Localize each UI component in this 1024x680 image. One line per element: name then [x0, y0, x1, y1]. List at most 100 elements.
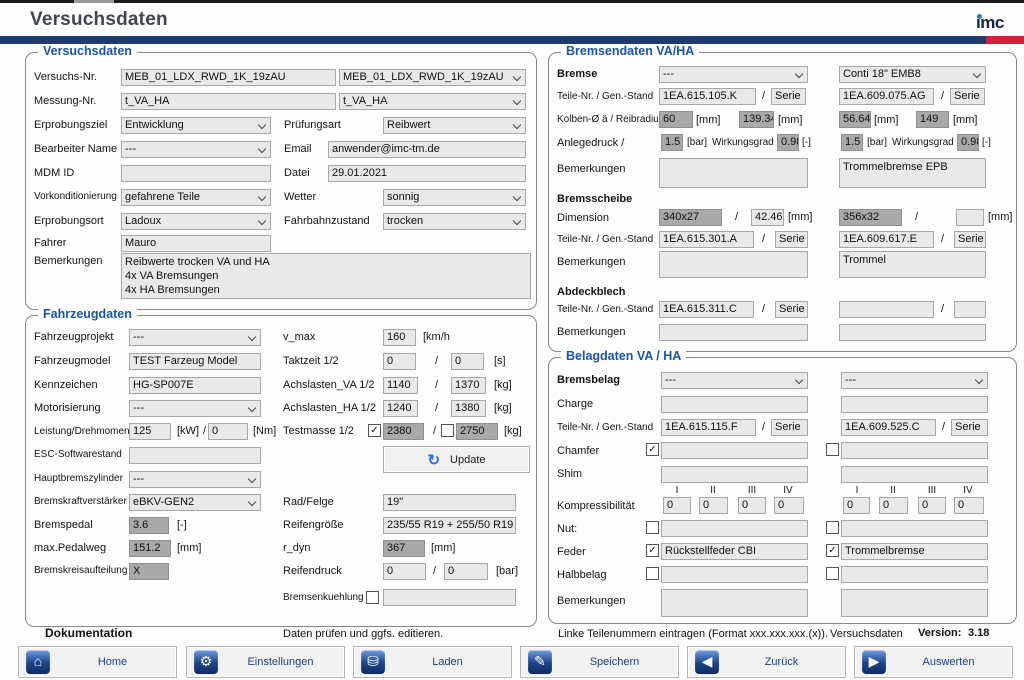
achslasten-ha2-field[interactable]: 1380 — [451, 400, 486, 417]
testmasse1-checkbox[interactable]: ✓ — [368, 424, 381, 437]
einstellungen-button[interactable]: ⚙Einstellungen — [186, 646, 345, 678]
bremskreisaufteilung-field[interactable]: X — [129, 563, 169, 580]
fahrzeugprojekt-select[interactable]: --- — [129, 329, 261, 346]
bremse-ha-select[interactable]: Conti 18" EMB8 — [839, 66, 986, 83]
wetter-select[interactable]: sonnig — [383, 189, 526, 206]
scheibe-teile-nr-ha-field[interactable]: 1EA.609.617.E — [839, 231, 934, 248]
home-button[interactable]: ⌂Home — [18, 646, 177, 678]
nut-va-field[interactable] — [661, 520, 808, 537]
bearbeiter-name-select[interactable]: --- — [121, 141, 271, 158]
kompress-ha1-field[interactable]: 0 — [843, 497, 870, 514]
teile-nr-ha-field[interactable]: 1EA.609.075.AG — [839, 88, 934, 105]
email-field[interactable]: anwender@imc-tm.de — [328, 141, 526, 158]
fahrzeugmodel-field[interactable]: TEST Farzeug Model — [129, 353, 261, 370]
kompress-va3-field[interactable]: 0 — [738, 497, 766, 514]
bremspedal-field[interactable]: 3.6 — [129, 517, 169, 534]
wirkungsgrad-ha-field[interactable]: 0.98 — [957, 134, 979, 151]
shim-va-field[interactable] — [661, 466, 808, 483]
kompress-ha4-field[interactable]: 0 — [954, 497, 984, 514]
achslasten-va1-field[interactable]: 1140 — [383, 377, 418, 394]
kolben-va-field[interactable]: 60 — [659, 111, 693, 128]
motorisierung-select[interactable]: --- — [129, 400, 261, 417]
chamfer-va-field[interactable] — [661, 442, 808, 459]
feder-va-field[interactable]: Rückstellfeder CBI — [661, 543, 808, 560]
feder-ha-field[interactable]: Trommelbremse — [841, 543, 988, 560]
halbbelag-ha-field[interactable] — [841, 566, 988, 583]
belag-gen-ha-field[interactable]: Serie — [951, 419, 988, 436]
abdeck-gen-va-field[interactable]: Serie — [775, 301, 808, 318]
bremsbelag-va-select[interactable]: --- — [661, 372, 808, 389]
belag-teile-nr-va-field[interactable]: 1EA.615.115.F — [661, 419, 756, 436]
versuchs-nr-field[interactable]: MEB_01_LDX_RWD_1K_19zAU — [121, 69, 336, 86]
achslasten-ha1-field[interactable]: 1240 — [383, 400, 418, 417]
dimension-ha1-field[interactable]: 356x32 — [839, 209, 902, 226]
reibradius-ha-field[interactable]: 149 — [916, 111, 949, 128]
messung-nr-field[interactable]: t_VA_HA — [121, 93, 336, 110]
chamfer-va-checkbox[interactable]: ✓ — [646, 443, 659, 456]
halbbelag-va-checkbox[interactable] — [646, 567, 659, 580]
scheibe-gen-va-field[interactable]: Serie — [775, 231, 808, 248]
auswerten-button[interactable]: ▶Auswerten — [854, 646, 1013, 678]
versuchs-nr-select[interactable]: MEB_01_LDX_RWD_1K_19zAU — [339, 69, 526, 86]
bemerkungen-field[interactable]: Reibwerte trocken VA und HA 4x VA Bremsu… — [121, 253, 531, 299]
taktzeit1-field[interactable]: 0 — [383, 353, 416, 370]
kennzeichen-field[interactable]: HG-SP007E — [129, 377, 261, 394]
kompress-ha3-field[interactable]: 0 — [918, 497, 946, 514]
nut-va-checkbox[interactable] — [646, 521, 659, 534]
chamfer-ha-checkbox[interactable] — [826, 443, 839, 456]
erprobungsziel-select[interactable]: Entwicklung — [121, 117, 271, 134]
anlegedruck-ha-field[interactable]: 1.5 — [841, 134, 863, 151]
scheibe-bemerkungen-va-field[interactable] — [659, 251, 808, 278]
anlegedruck-va-field[interactable]: 1.5 — [661, 134, 683, 151]
datei-field[interactable]: 29.01.2021 — [328, 165, 526, 182]
kompress-va1-field[interactable]: 0 — [663, 497, 691, 514]
kolben-ha-field[interactable]: 56.64 — [839, 111, 871, 128]
scheibe-bemerkungen-ha-field[interactable]: Trommel — [839, 251, 986, 278]
abdeck-teile-nr-va-field[interactable]: 1EA.615.311.C — [659, 301, 754, 318]
laden-button[interactable]: ⛁Laden — [353, 646, 512, 678]
r-dyn-field[interactable]: 367 — [383, 540, 425, 557]
reifendruck2-field[interactable]: 0 — [444, 563, 488, 580]
gen-stand-va-field[interactable]: Serie — [771, 88, 806, 105]
dimension-va1-field[interactable]: 340x27 — [659, 209, 722, 226]
fahrer-field[interactable]: Mauro — [121, 235, 271, 252]
abdeck-bemerkungen-ha-field[interactable] — [839, 324, 986, 341]
belag-bemerkungen-ha-field[interactable] — [841, 589, 988, 617]
bremsenkuehlung-checkbox[interactable] — [366, 591, 379, 604]
teile-nr-va-field[interactable]: 1EA.615.105.K — [659, 88, 756, 105]
speichern-button[interactable]: ✎Speichern — [520, 646, 679, 678]
shim-ha-field[interactable] — [841, 466, 988, 483]
update-button[interactable]: ↻Update — [383, 446, 530, 473]
bremse-bemerkungen-ha-field[interactable]: Trommelbremse EPB — [839, 158, 986, 188]
kompress-ha2-field[interactable]: 0 — [879, 497, 908, 514]
vorkonditionierung-select[interactable]: gefahrene Teile — [121, 189, 271, 206]
feder-va-checkbox[interactable]: ✓ — [646, 544, 659, 557]
fahrbahnzustand-select[interactable]: trocken — [383, 213, 526, 230]
abdeck-gen-ha-field[interactable] — [954, 301, 986, 318]
abdeck-teile-nr-ha-field[interactable] — [839, 301, 934, 318]
chamfer-ha-field[interactable] — [841, 442, 988, 459]
bremse-va-select[interactable]: --- — [659, 66, 808, 83]
reifendruck1-field[interactable]: 0 — [383, 563, 426, 580]
achslasten-va2-field[interactable]: 1370 — [451, 377, 486, 394]
v-max-field[interactable]: 160 — [383, 329, 416, 346]
halbbelag-va-field[interactable] — [661, 566, 808, 583]
belag-gen-va-field[interactable]: Serie — [771, 419, 808, 436]
max-pedalweg-field[interactable]: 151.2 — [129, 540, 171, 557]
pruefungsart-select[interactable]: Reibwert — [383, 117, 526, 134]
drehmoment-field[interactable]: 0 — [208, 423, 248, 440]
testmasse2-checkbox[interactable] — [441, 424, 454, 437]
leistung-field[interactable]: 125 — [129, 423, 171, 440]
bremsenkuehlung-field[interactable] — [383, 589, 516, 606]
zurueck-button[interactable]: ◀Zurück — [687, 646, 846, 678]
feder-ha-checkbox[interactable]: ✓ — [826, 544, 839, 557]
testmasse2-field[interactable]: 2750 — [456, 423, 498, 440]
taktzeit2-field[interactable]: 0 — [451, 353, 484, 370]
nut-ha-checkbox[interactable] — [826, 521, 839, 534]
bremsbelag-ha-select[interactable]: --- — [841, 372, 988, 389]
gen-stand-ha-field[interactable]: Serie — [950, 88, 985, 105]
charge-va-field[interactable] — [661, 396, 808, 413]
wirkungsgrad-va-field[interactable]: 0.98 — [777, 134, 799, 151]
reifengroesse-field[interactable]: 235/55 R19 + 255/50 R19 — [383, 517, 516, 534]
nut-ha-field[interactable] — [841, 520, 988, 537]
